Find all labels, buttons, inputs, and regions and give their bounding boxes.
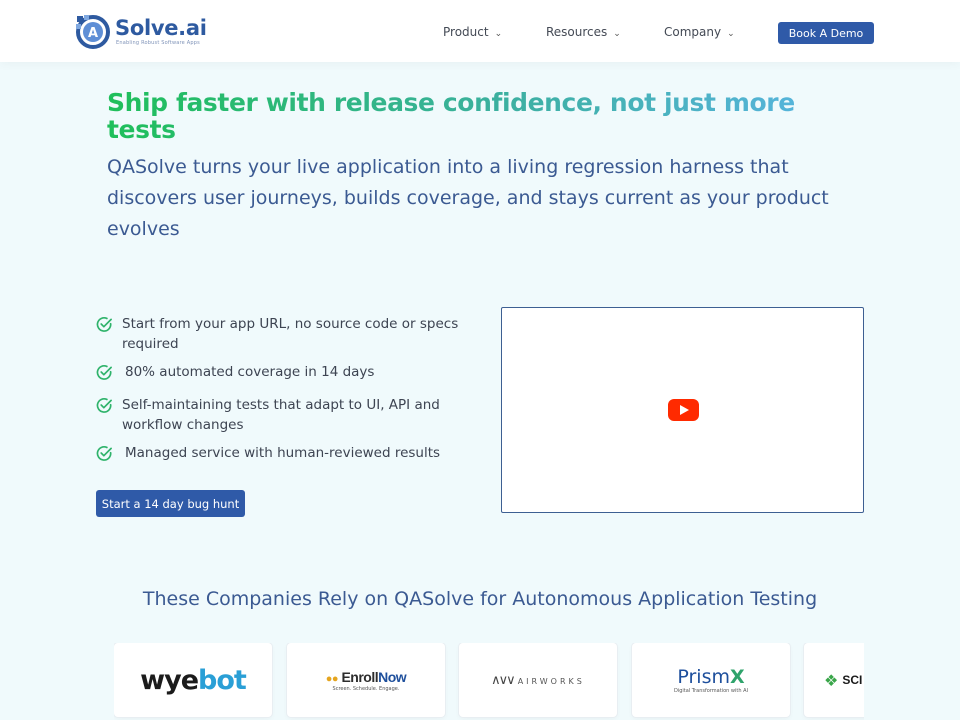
client-logo-wyebot: wyebot [114, 643, 272, 717]
logo-mark-icon: A [76, 15, 110, 49]
nav-company-label: Company [664, 25, 722, 39]
feature-text: 80% automated coverage in 14 days [125, 364, 375, 380]
chevron-down-icon: ⌄ [613, 29, 621, 39]
nav-company[interactable]: Company ⌄ [664, 25, 735, 39]
youtube-play-icon[interactable] [668, 399, 699, 421]
people-icon: ●● [325, 672, 339, 685]
book-demo-button[interactable]: Book A Demo [778, 22, 874, 44]
check-circle-icon [96, 317, 112, 332]
client-logo-scr: ❖ SCI [804, 643, 864, 717]
logo-tagline: Enabling Robust Software Apps [116, 40, 200, 46]
logo-mark-letter: A [88, 26, 98, 41]
nav-product[interactable]: Product ⌄ [443, 25, 502, 39]
site-header: A Solve.ai Enabling Robust Software Apps… [0, 0, 960, 62]
feature-text: Self-maintaining tests that adapt to UI,… [122, 397, 440, 433]
clients-title: These Companies Rely on QASolve for Auto… [142, 588, 818, 610]
nav-resources-label: Resources [546, 25, 608, 39]
client-logo-strip: wyebot ●● EnrollNow Screen. Schedule. En… [114, 643, 864, 720]
solve-ai-logo[interactable]: A Solve.ai Enabling Robust Software Apps [76, 14, 211, 50]
airworks-mark-icon: ∧∨∨ [491, 672, 516, 688]
nav-product-label: Product [443, 25, 489, 39]
check-circle-icon [96, 446, 112, 461]
start-bug-hunt-button[interactable]: Start a 14 day bug hunt [96, 490, 245, 517]
logo-name: Solve.ai [115, 16, 207, 40]
feature-text: Managed service with human-reviewed resu… [125, 445, 441, 461]
feature-text: Start from your app URL, no source code … [122, 316, 459, 352]
leaf-icon: ❖ [824, 670, 839, 690]
nav-resources[interactable]: Resources ⌄ [546, 25, 621, 39]
chevron-down-icon: ⌄ [494, 29, 503, 39]
hero-title: Ship faster with release confidence, not… [107, 89, 827, 143]
video-player[interactable] [501, 307, 864, 513]
check-circle-icon [96, 365, 112, 380]
client-logo-prismx: PrismX Digital Transformation with AI [632, 643, 790, 717]
hero-subtitle: QASolve turns your live application into… [107, 156, 829, 240]
check-circle-icon [96, 398, 112, 413]
chevron-down-icon: ⌄ [727, 29, 735, 39]
client-logo-airworks: ∧∨∨ AIRWORKS [459, 643, 617, 717]
client-logo-enrollnow: ●● EnrollNow Screen. Schedule. Engage. [287, 643, 445, 717]
